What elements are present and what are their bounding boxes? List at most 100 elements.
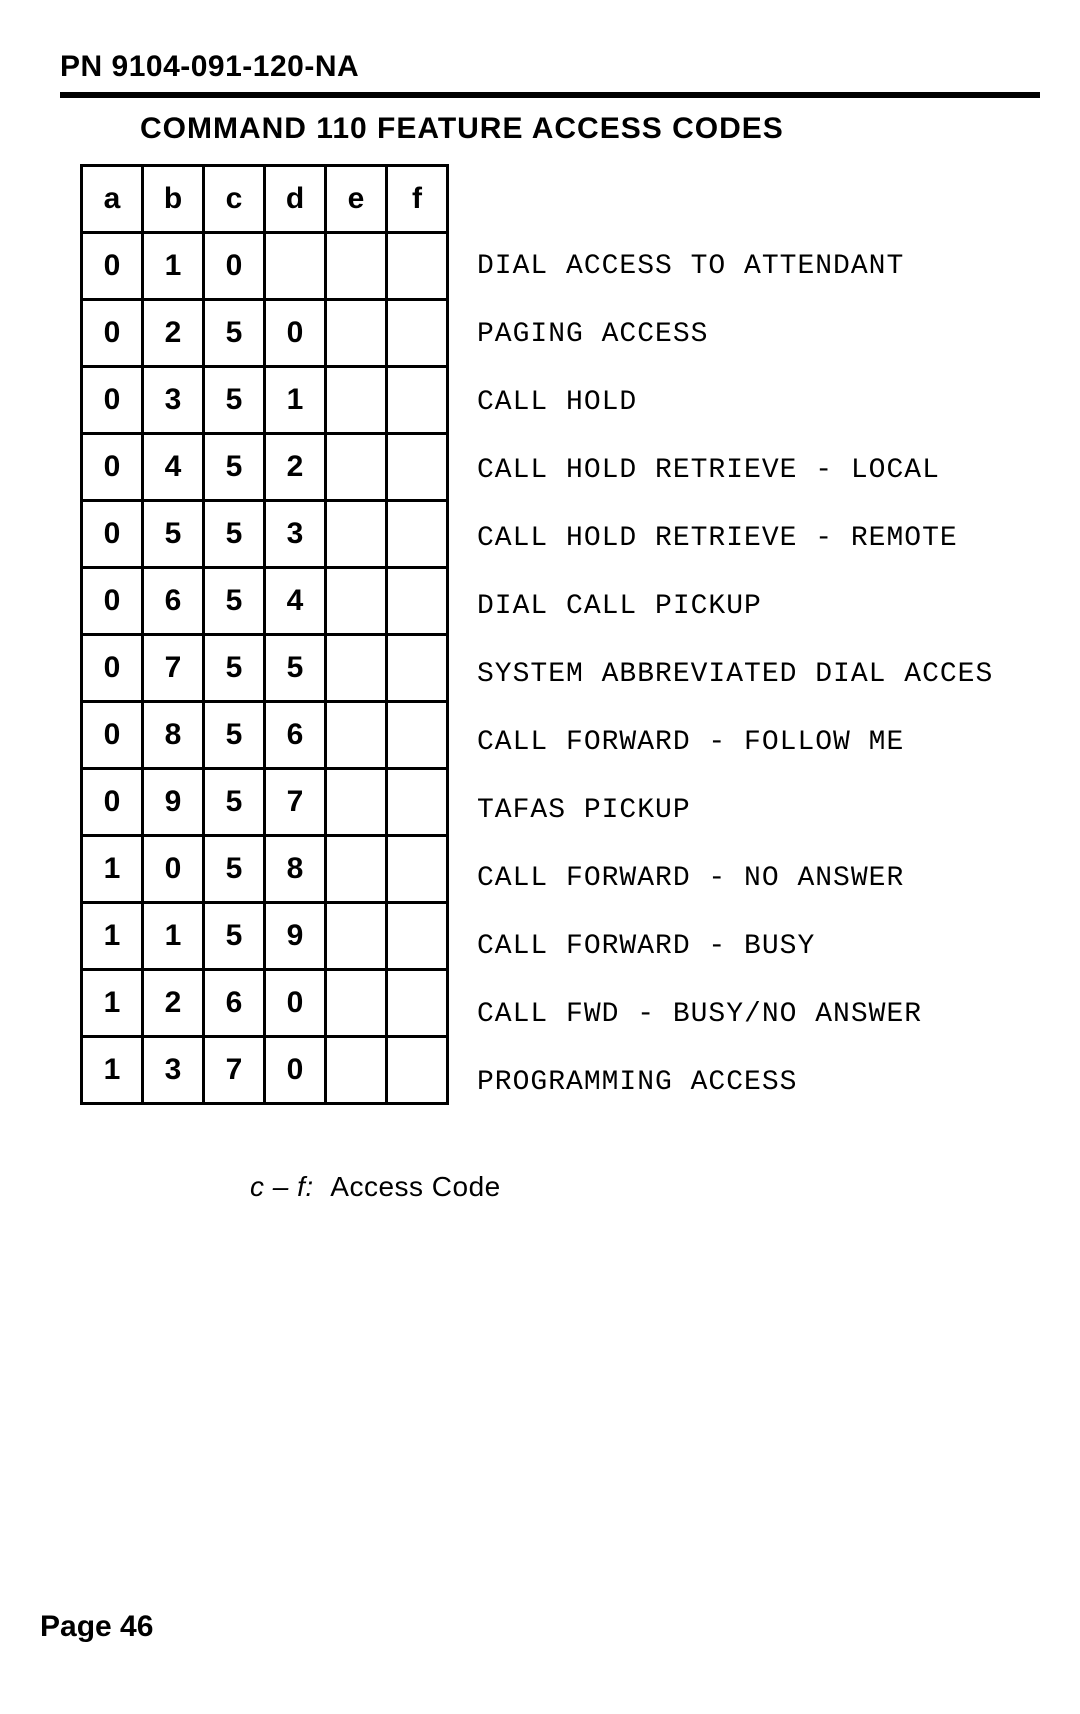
- table-cell: 5: [204, 769, 265, 836]
- table-cell: [326, 501, 387, 568]
- table-row: 0957: [82, 769, 448, 836]
- table-cell: 1: [143, 903, 204, 970]
- table-cell: 0: [265, 970, 326, 1037]
- table-cell: 0: [143, 836, 204, 903]
- row-description: CALL FWD - BUSY/NO ANSWER: [477, 980, 993, 1048]
- col-d: d: [265, 166, 326, 233]
- table-cell: 8: [143, 702, 204, 769]
- table-cell: [326, 970, 387, 1037]
- table-cell: 4: [265, 568, 326, 635]
- table-row: 1058: [82, 836, 448, 903]
- table-header-row: a b c d e f: [82, 166, 448, 233]
- table-cell: 0: [82, 367, 143, 434]
- table-row: 0856: [82, 702, 448, 769]
- codes-table: a b c d e f 0100250035104520553065407550…: [80, 164, 449, 1105]
- table-cell: 8: [265, 836, 326, 903]
- table-cell: 0: [82, 568, 143, 635]
- table-row: 0654: [82, 568, 448, 635]
- table-cell: 1: [265, 367, 326, 434]
- col-c: c: [204, 166, 265, 233]
- table-cell: [387, 300, 448, 367]
- table-row: 1159: [82, 903, 448, 970]
- table-cell: [326, 434, 387, 501]
- table-cell: 5: [204, 702, 265, 769]
- row-description: DIAL ACCESS TO ATTENDANT: [477, 232, 993, 300]
- table-cell: 0: [82, 635, 143, 702]
- row-description: DIAL CALL PICKUP: [477, 572, 993, 640]
- table-cell: 0: [82, 769, 143, 836]
- description-column: DIAL ACCESS TO ATTENDANTPAGING ACCESSCAL…: [477, 164, 993, 1116]
- page-title: COMMAND 110 FEATURE ACCESS CODES: [140, 112, 1040, 146]
- table-row: 0553: [82, 501, 448, 568]
- col-a: a: [82, 166, 143, 233]
- table-cell: 6: [143, 568, 204, 635]
- table-cell: [326, 300, 387, 367]
- table-cell: 5: [204, 300, 265, 367]
- table-cell: [387, 367, 448, 434]
- table-cell: 4: [143, 434, 204, 501]
- table-cell: 1: [82, 970, 143, 1037]
- table-cell: 9: [265, 903, 326, 970]
- col-e: e: [326, 166, 387, 233]
- content-row: a b c d e f 0100250035104520553065407550…: [60, 164, 1040, 1116]
- table-cell: 5: [204, 635, 265, 702]
- table-cell: 9: [143, 769, 204, 836]
- table-cell: 5: [143, 501, 204, 568]
- table-cell: [387, 836, 448, 903]
- table-cell: [326, 702, 387, 769]
- table-cell: [387, 233, 448, 300]
- table-cell: [326, 233, 387, 300]
- row-description: TAFAS PICKUP: [477, 776, 993, 844]
- table-cell: 3: [265, 501, 326, 568]
- table-cell: [265, 233, 326, 300]
- table-cell: [326, 1037, 387, 1104]
- table-cell: 7: [204, 1037, 265, 1104]
- table-cell: [326, 769, 387, 836]
- table-cell: [387, 970, 448, 1037]
- table-row: 0351: [82, 367, 448, 434]
- table-cell: 0: [265, 1037, 326, 1104]
- table-cell: [326, 568, 387, 635]
- table-cell: 1: [143, 233, 204, 300]
- table-cell: [387, 434, 448, 501]
- table-cell: 5: [265, 635, 326, 702]
- page-number: Page 46: [40, 1610, 153, 1644]
- table-cell: 0: [82, 233, 143, 300]
- row-description: CALL HOLD RETRIEVE - LOCAL: [477, 436, 993, 504]
- table-cell: 1: [82, 836, 143, 903]
- document-page: PN 9104-091-120-NA COMMAND 110 FEATURE A…: [0, 0, 1080, 1714]
- table-cell: 0: [265, 300, 326, 367]
- header-rule: [60, 92, 1040, 98]
- table-cell: 5: [204, 568, 265, 635]
- table-cell: [387, 568, 448, 635]
- table-cell: 2: [143, 970, 204, 1037]
- table-cell: 5: [204, 903, 265, 970]
- table-cell: 6: [204, 970, 265, 1037]
- table-row: 0250: [82, 300, 448, 367]
- legend-range: c – f:: [250, 1171, 314, 1202]
- table-cell: [387, 635, 448, 702]
- row-description: PROGRAMMING ACCESS: [477, 1048, 993, 1116]
- table-cell: [326, 836, 387, 903]
- table-cell: [326, 903, 387, 970]
- table-cell: 5: [204, 836, 265, 903]
- table-cell: 7: [143, 635, 204, 702]
- part-number: PN 9104-091-120-NA: [60, 50, 1040, 84]
- row-description: CALL FORWARD - BUSY: [477, 912, 993, 980]
- table-row: 0452: [82, 434, 448, 501]
- table-cell: 2: [265, 434, 326, 501]
- desc-header-spacer: [477, 164, 993, 232]
- table-cell: [387, 903, 448, 970]
- table-cell: 0: [82, 300, 143, 367]
- table-cell: 6: [265, 702, 326, 769]
- row-description: CALL HOLD RETRIEVE - REMOTE: [477, 504, 993, 572]
- table-cell: 5: [204, 434, 265, 501]
- table-cell: 0: [82, 702, 143, 769]
- row-description: CALL FORWARD - NO ANSWER: [477, 844, 993, 912]
- table-cell: [326, 367, 387, 434]
- table-cell: 5: [204, 367, 265, 434]
- table-body: 0100250035104520553065407550856095710581…: [82, 233, 448, 1104]
- table-cell: 3: [143, 367, 204, 434]
- col-b: b: [143, 166, 204, 233]
- table-cell: [387, 1037, 448, 1104]
